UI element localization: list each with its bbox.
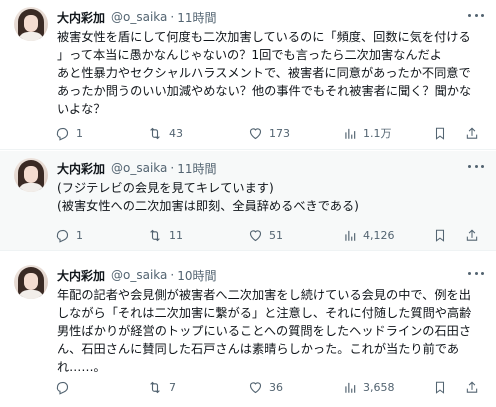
more-icon[interactable] — [468, 9, 484, 21]
retweet-button[interactable]: 43 — [147, 126, 183, 141]
share-button[interactable] — [465, 380, 479, 395]
views-count: 4,126 — [363, 228, 395, 242]
share-button[interactable] — [465, 228, 479, 243]
avatar[interactable] — [14, 265, 48, 299]
tweet[interactable]: 大内彩加 @o_saika · 11時間 (フジテレビの会見を見てキレています)… — [0, 151, 496, 251]
like-button[interactable]: 173 — [248, 126, 290, 141]
views-count: 1.1万 — [363, 127, 392, 140]
tweet-header: 大内彩加 @o_saika · 11時間 — [57, 7, 217, 27]
reply-icon — [56, 127, 69, 141]
tweet-text-line: 被害女性を盾にして何度も二次加害しているのに「頻度、回数に気を付ける — [57, 30, 471, 44]
timestamp[interactable]: 11時間 — [177, 160, 216, 177]
like-button[interactable]: 51 — [248, 228, 283, 243]
tweet-text-line: 」って本当に愚かなんじゃないの？1回でも言ったら二次加害なんだよ — [57, 48, 442, 62]
retweet-count: 11 — [169, 228, 183, 242]
retweet-icon — [150, 127, 160, 139]
author-handle[interactable]: @o_saika — [111, 268, 167, 282]
like-count: 173 — [269, 126, 290, 140]
avatar[interactable] — [14, 158, 48, 192]
reply-button[interactable]: 1 — [55, 228, 83, 243]
views-icon — [345, 128, 356, 139]
avatar[interactable] — [14, 7, 48, 41]
tweet-text-line: (被害女性への二次加害は即刻、全員辞めるべきである) — [57, 199, 359, 213]
author-handle[interactable]: @o_saika — [111, 10, 167, 24]
tweet-text: 年配の記者や会見側が被害者へ二次加害をし続けている会見の中で、例を出 しながら「そ… — [57, 286, 485, 376]
tweet-text-line: ん、石田さんに賛同した石戸さんは素晴らしかった。これが当たり前であ — [57, 342, 460, 356]
like-icon — [249, 127, 262, 139]
timestamp[interactable]: 10時間 — [177, 267, 216, 284]
like-button[interactable]: 36 — [248, 380, 283, 395]
views-button[interactable]: 1.1万 — [343, 125, 392, 141]
timestamp[interactable]: 11時間 — [177, 9, 216, 26]
tweet-text-line: いよな？ — [57, 102, 106, 116]
separator: · — [170, 268, 175, 282]
more-icon[interactable] — [468, 267, 484, 279]
share-icon — [466, 229, 478, 241]
reply-icon — [56, 229, 69, 243]
author-name[interactable]: 大内彩加 — [57, 9, 105, 26]
like-count: 51 — [269, 228, 283, 242]
bookmark-button[interactable] — [433, 228, 447, 243]
bookmark-icon — [435, 127, 445, 140]
tweet-header: 大内彩加 @o_saika · 10時間 — [57, 265, 217, 285]
tweet-text-line: (フジテレビの会見を見てキレています) — [57, 181, 274, 195]
action-bar: 1 43 173 1.1万 — [50, 124, 490, 142]
bookmark-button[interactable] — [433, 380, 447, 395]
retweet-icon — [150, 381, 160, 393]
views-button[interactable]: 3,658 — [343, 380, 395, 395]
views-count: 3,658 — [363, 380, 395, 394]
reply-count: 1 — [76, 126, 83, 140]
retweet-count: 43 — [169, 126, 183, 140]
tweet-text-line: 男性ばかりが経営のトップにいることへの質問をしたヘッドラインの石田さ — [57, 324, 472, 338]
action-bar: 7 36 3,658 — [50, 378, 490, 396]
bookmark-icon — [435, 381, 445, 394]
reply-icon — [56, 381, 69, 395]
share-icon — [466, 381, 478, 393]
action-bar: 1 11 51 4,126 — [50, 226, 490, 244]
tweet-text-line: しながら「それは二次加害に繋がる」と注意し、それに付随した質問や高齢 — [57, 306, 472, 320]
retweet-count: 7 — [169, 380, 176, 394]
bookmark-button[interactable] — [433, 126, 447, 141]
retweet-icon — [150, 229, 160, 241]
like-count: 36 — [269, 380, 283, 394]
tweet-text-line: れ……。 — [57, 360, 106, 374]
tweet-text-line: 年配の記者や会見側が被害者へ二次加害をし続けている会見の中で、例を出 — [57, 288, 471, 302]
separator: · — [170, 10, 175, 24]
reply-button[interactable]: 1 — [55, 126, 83, 141]
more-icon[interactable] — [468, 160, 484, 172]
tweet-text: 被害女性を盾にして何度も二次加害しているのに「頻度、回数に気を付ける 」って本当に… — [57, 28, 485, 118]
share-button[interactable] — [465, 126, 479, 141]
tweet-text-line: あったか問うのいい加減やめない？他の事件でもそれ被害者に聞く？聞かな — [57, 84, 472, 98]
tweet-text-line: あと性暴力やセクシャルハラスメントで、被害者に同意があったか不同意で — [57, 66, 471, 80]
tweet-text: (フジテレビの会見を見てキレています) (被害女性への二次加害は即刻、全員辞めるべ… — [57, 179, 485, 215]
author-name[interactable]: 大内彩加 — [57, 160, 105, 177]
separator: · — [170, 161, 175, 175]
retweet-button[interactable]: 11 — [147, 228, 183, 243]
views-icon — [345, 230, 356, 241]
share-icon — [466, 127, 478, 139]
reply-button[interactable] — [55, 380, 76, 395]
author-name[interactable]: 大内彩加 — [57, 267, 105, 284]
views-icon — [345, 382, 356, 393]
reply-count: 1 — [76, 228, 83, 242]
retweet-button[interactable]: 7 — [147, 380, 176, 395]
tweet[interactable]: 大内彩加 @o_saika · 10時間 年配の記者や会見側が被害者へ二次加害を… — [0, 258, 496, 407]
bookmark-icon — [435, 229, 445, 242]
like-icon — [249, 229, 262, 241]
views-button[interactable]: 4,126 — [343, 228, 395, 243]
tweet[interactable]: 大内彩加 @o_saika · 11時間 被害女性を盾にして何度も二次加害してい… — [0, 0, 496, 150]
author-handle[interactable]: @o_saika — [111, 161, 167, 175]
like-icon — [249, 381, 262, 393]
tweet-header: 大内彩加 @o_saika · 11時間 — [57, 158, 217, 178]
